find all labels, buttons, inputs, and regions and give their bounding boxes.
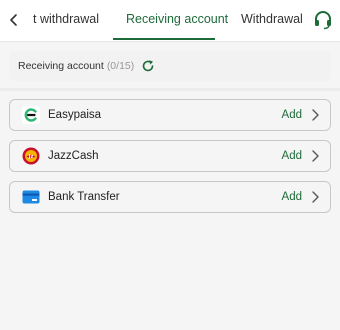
tab-receiving-account[interactable]: Receiving account [126,0,228,40]
headset-icon [315,11,331,30]
customer-support-button[interactable] [306,0,340,40]
tab-strip: t withdrawal Receiving account Withdrawa… [0,0,340,40]
chevron-right-icon [312,150,319,162]
receiving-account-summary: Receiving account (0/15) [9,51,331,81]
add-easypaisa-button[interactable]: Add [282,100,302,130]
summary-label: Receiving account [18,60,104,72]
add-jazzcash-button[interactable]: Add [282,141,302,171]
refresh-button[interactable] [141,59,155,73]
chevron-left-icon [10,14,17,26]
refresh-icon [142,60,154,72]
active-tab-indicator [113,38,215,40]
payment-method-easypaisa[interactable]: Easypaisa Add [9,99,331,131]
section-divider [0,88,340,91]
top-tab-bar: t withdrawal Receiving account Withdrawa… [0,0,340,42]
tab-withdrawal-record[interactable]: Withdrawal I [241,0,310,40]
easypaisa-logo-icon [22,106,40,124]
back-button[interactable] [0,0,28,40]
payment-method-bank-transfer[interactable]: Bank Transfer Add [9,181,331,213]
bank-card-icon [22,188,40,206]
method-name: Bank Transfer [48,191,120,203]
chevron-right-icon [312,109,319,121]
account-count: (0/15) [106,60,135,72]
method-name: Easypaisa [48,109,102,121]
jazzcash-logo-icon: Jz [22,147,40,165]
method-name: JazzCash [48,150,99,162]
tab-withdrawal[interactable]: t withdrawal [33,0,99,40]
add-bank-transfer-button[interactable]: Add [282,182,302,212]
chevron-right-icon [312,191,319,203]
svg-text:Jz: Jz [28,154,34,160]
payment-method-jazzcash[interactable]: Jz JazzCash Add [9,140,331,172]
